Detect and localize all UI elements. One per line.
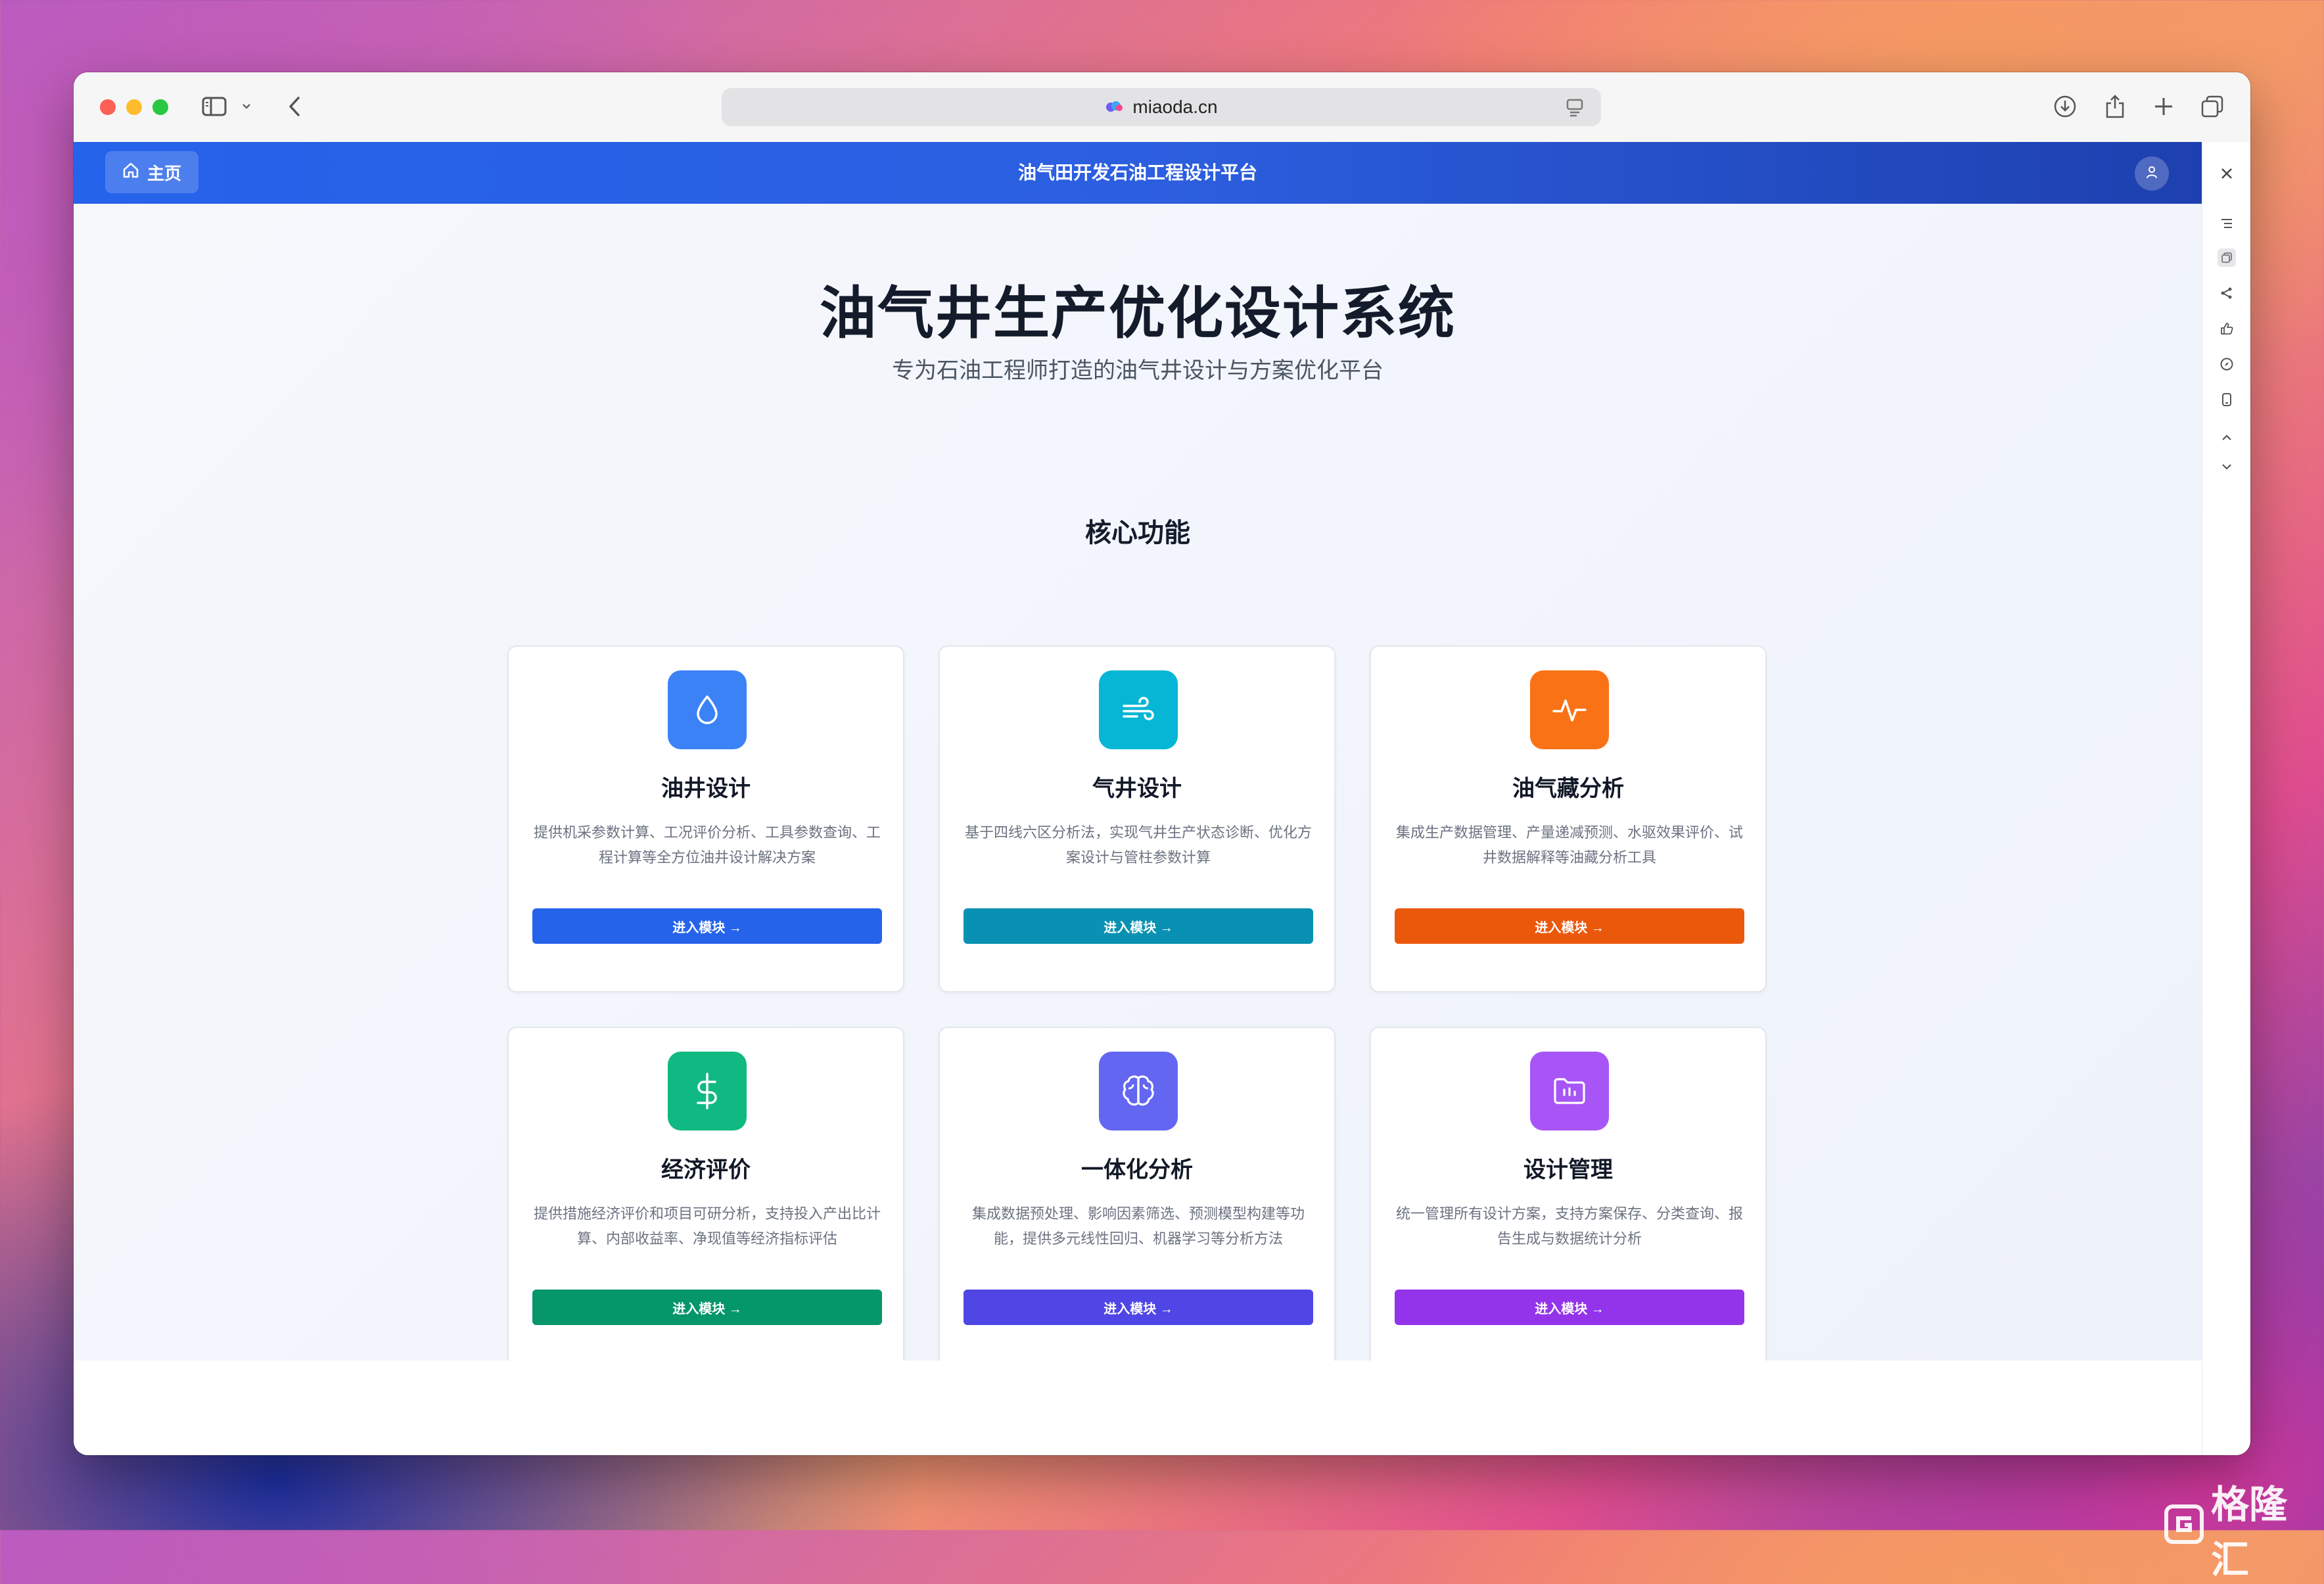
folder-chart-icon bbox=[1530, 1052, 1609, 1130]
droplet-icon bbox=[668, 670, 747, 749]
module-card-oil-well: 油井设计 提供机采参数计算、工况评价分析、工具参数查询、工程计算等全方位油井设计… bbox=[507, 645, 904, 992]
tab-overview-icon[interactable] bbox=[2199, 92, 2225, 121]
share-icon[interactable] bbox=[2218, 284, 2236, 302]
enter-module-button[interactable]: 进入模块 → bbox=[1395, 908, 1744, 944]
reader-mode-icon[interactable] bbox=[1566, 97, 1584, 120]
hero-subtitle: 专为石油工程师打造的油气井设计与方案优化平台 bbox=[892, 358, 1383, 383]
page-footer-area bbox=[74, 1361, 2202, 1455]
compass-icon[interactable] bbox=[2218, 355, 2236, 373]
site-favicon-icon bbox=[1105, 100, 1123, 115]
dollar-icon bbox=[668, 1052, 747, 1130]
web-page: 主页 油气田开发石油工程设计平台 油气井生产优化设计系统 专为石油工程师打造的油… bbox=[74, 142, 2202, 1455]
card-description: 集成数据预处理、影响因素筛选、预测模型构建等功能，提供多元线性回归、机器学习等分… bbox=[971, 1205, 1305, 1247]
module-card-integrated-analysis: 一体化分析 集成数据预处理、影响因素筛选、预测模型构建等功能，提供多元线性回归、… bbox=[939, 1027, 1336, 1374]
hero-title: 油气井生产优化设计系统 bbox=[820, 282, 1456, 345]
sidebar-toggle-icon[interactable] bbox=[200, 92, 229, 121]
card-description: 基于四线六区分析法，实现气井生产状态诊断、优化方案设计与管柱参数计算 bbox=[964, 824, 1312, 866]
wind-icon bbox=[1099, 670, 1178, 749]
card-title: 气井设计 bbox=[1092, 776, 1182, 801]
assistant-sidebar bbox=[2202, 142, 2250, 1455]
card-title: 设计管理 bbox=[1523, 1157, 1613, 1182]
close-window-button[interactable] bbox=[100, 99, 116, 115]
minimize-window-button[interactable] bbox=[126, 99, 142, 115]
list-icon[interactable] bbox=[2218, 214, 2236, 233]
back-icon[interactable] bbox=[283, 92, 306, 121]
chevron-down-icon[interactable] bbox=[238, 92, 255, 121]
share-icon[interactable] bbox=[2102, 92, 2128, 121]
url-text: miaoda.cn bbox=[1132, 97, 1218, 117]
section-title: 核心功能 bbox=[1085, 519, 1190, 547]
user-icon bbox=[2145, 165, 2159, 183]
watermark-logo-icon bbox=[2164, 1504, 2204, 1554]
new-tab-icon[interactable] bbox=[2150, 92, 2177, 121]
card-description: 集成生产数据管理、产量递减预测、水驱效果评价、试井数据解释等油藏分析工具 bbox=[1395, 824, 1743, 866]
card-title: 油气藏分析 bbox=[1512, 776, 1624, 801]
close-icon[interactable] bbox=[2218, 164, 2236, 183]
card-description: 统一管理所有设计方案，支持方案保存、分类查询、报告生成与数据统计分析 bbox=[1395, 1205, 1743, 1247]
address-bar[interactable]: miaoda.cn bbox=[722, 88, 1601, 126]
activity-icon bbox=[1530, 670, 1609, 749]
watermark: 格隆汇 bbox=[2164, 1474, 2324, 1584]
chevron-down-icon[interactable] bbox=[2218, 457, 2236, 476]
card-title: 一体化分析 bbox=[1081, 1157, 1193, 1182]
download-icon[interactable] bbox=[2052, 92, 2078, 121]
module-card-design-management: 设计管理 统一管理所有设计方案，支持方案保存、分类查询、报告生成与数据统计分析 … bbox=[1370, 1027, 1767, 1374]
watermark-text: 格隆汇 bbox=[2211, 1483, 2288, 1581]
main-content: 油气井生产优化设计系统 专为石油工程师打造的油气井设计与方案优化平台 核心功能 … bbox=[74, 204, 2202, 1374]
zoom-window-button[interactable] bbox=[152, 99, 168, 115]
card-description: 提供措施经济评价和项目可研分析，支持投入产出比计算、内部收益率、净现值等经济指标… bbox=[533, 1205, 881, 1247]
card-title: 油井设计 bbox=[661, 776, 751, 801]
app-header: 主页 油气田开发石油工程设计平台 bbox=[74, 142, 2202, 204]
enter-module-button[interactable]: 进入模块 → bbox=[532, 1290, 882, 1325]
card-description: 提供机采参数计算、工况评价分析、工具参数查询、工程计算等全方位油井设计解决方案 bbox=[533, 824, 881, 866]
enter-module-button[interactable]: 进入模块 → bbox=[964, 1290, 1313, 1325]
thumbs-up-icon[interactable] bbox=[2218, 319, 2236, 338]
phone-icon[interactable] bbox=[2218, 390, 2236, 409]
enter-module-button[interactable]: 进入模块 → bbox=[532, 908, 882, 944]
chevron-up-icon[interactable] bbox=[2218, 429, 2236, 447]
browser-window: miaoda.cn 主页 油气田开发石油工程设计平台 油气井生产优化设计系统 专… bbox=[74, 72, 2250, 1455]
browser-toolbar: miaoda.cn bbox=[74, 72, 2250, 143]
brain-icon bbox=[1099, 1052, 1178, 1130]
enter-module-button[interactable]: 进入模块 → bbox=[964, 908, 1313, 944]
copy-icon[interactable] bbox=[2218, 248, 2236, 267]
card-title: 经济评价 bbox=[661, 1157, 751, 1182]
module-card-gas-well: 气井设计 基于四线六区分析法，实现气井生产状态诊断、优化方案设计与管柱参数计算 … bbox=[939, 645, 1336, 992]
app-title: 油气田开发石油工程设计平台 bbox=[1017, 162, 1257, 183]
module-card-reservoir-analysis: 油气藏分析 集成生产数据管理、产量递减预测、水驱效果评价、试井数据解释等油藏分析… bbox=[1370, 645, 1767, 992]
enter-module-button[interactable]: 进入模块 → bbox=[1395, 1290, 1744, 1325]
module-card-economic-evaluation: 经济评价 提供措施经济评价和项目可研分析，支持投入产出比计算、内部收益率、净现值… bbox=[507, 1027, 904, 1374]
user-avatar[interactable] bbox=[2135, 156, 2169, 191]
